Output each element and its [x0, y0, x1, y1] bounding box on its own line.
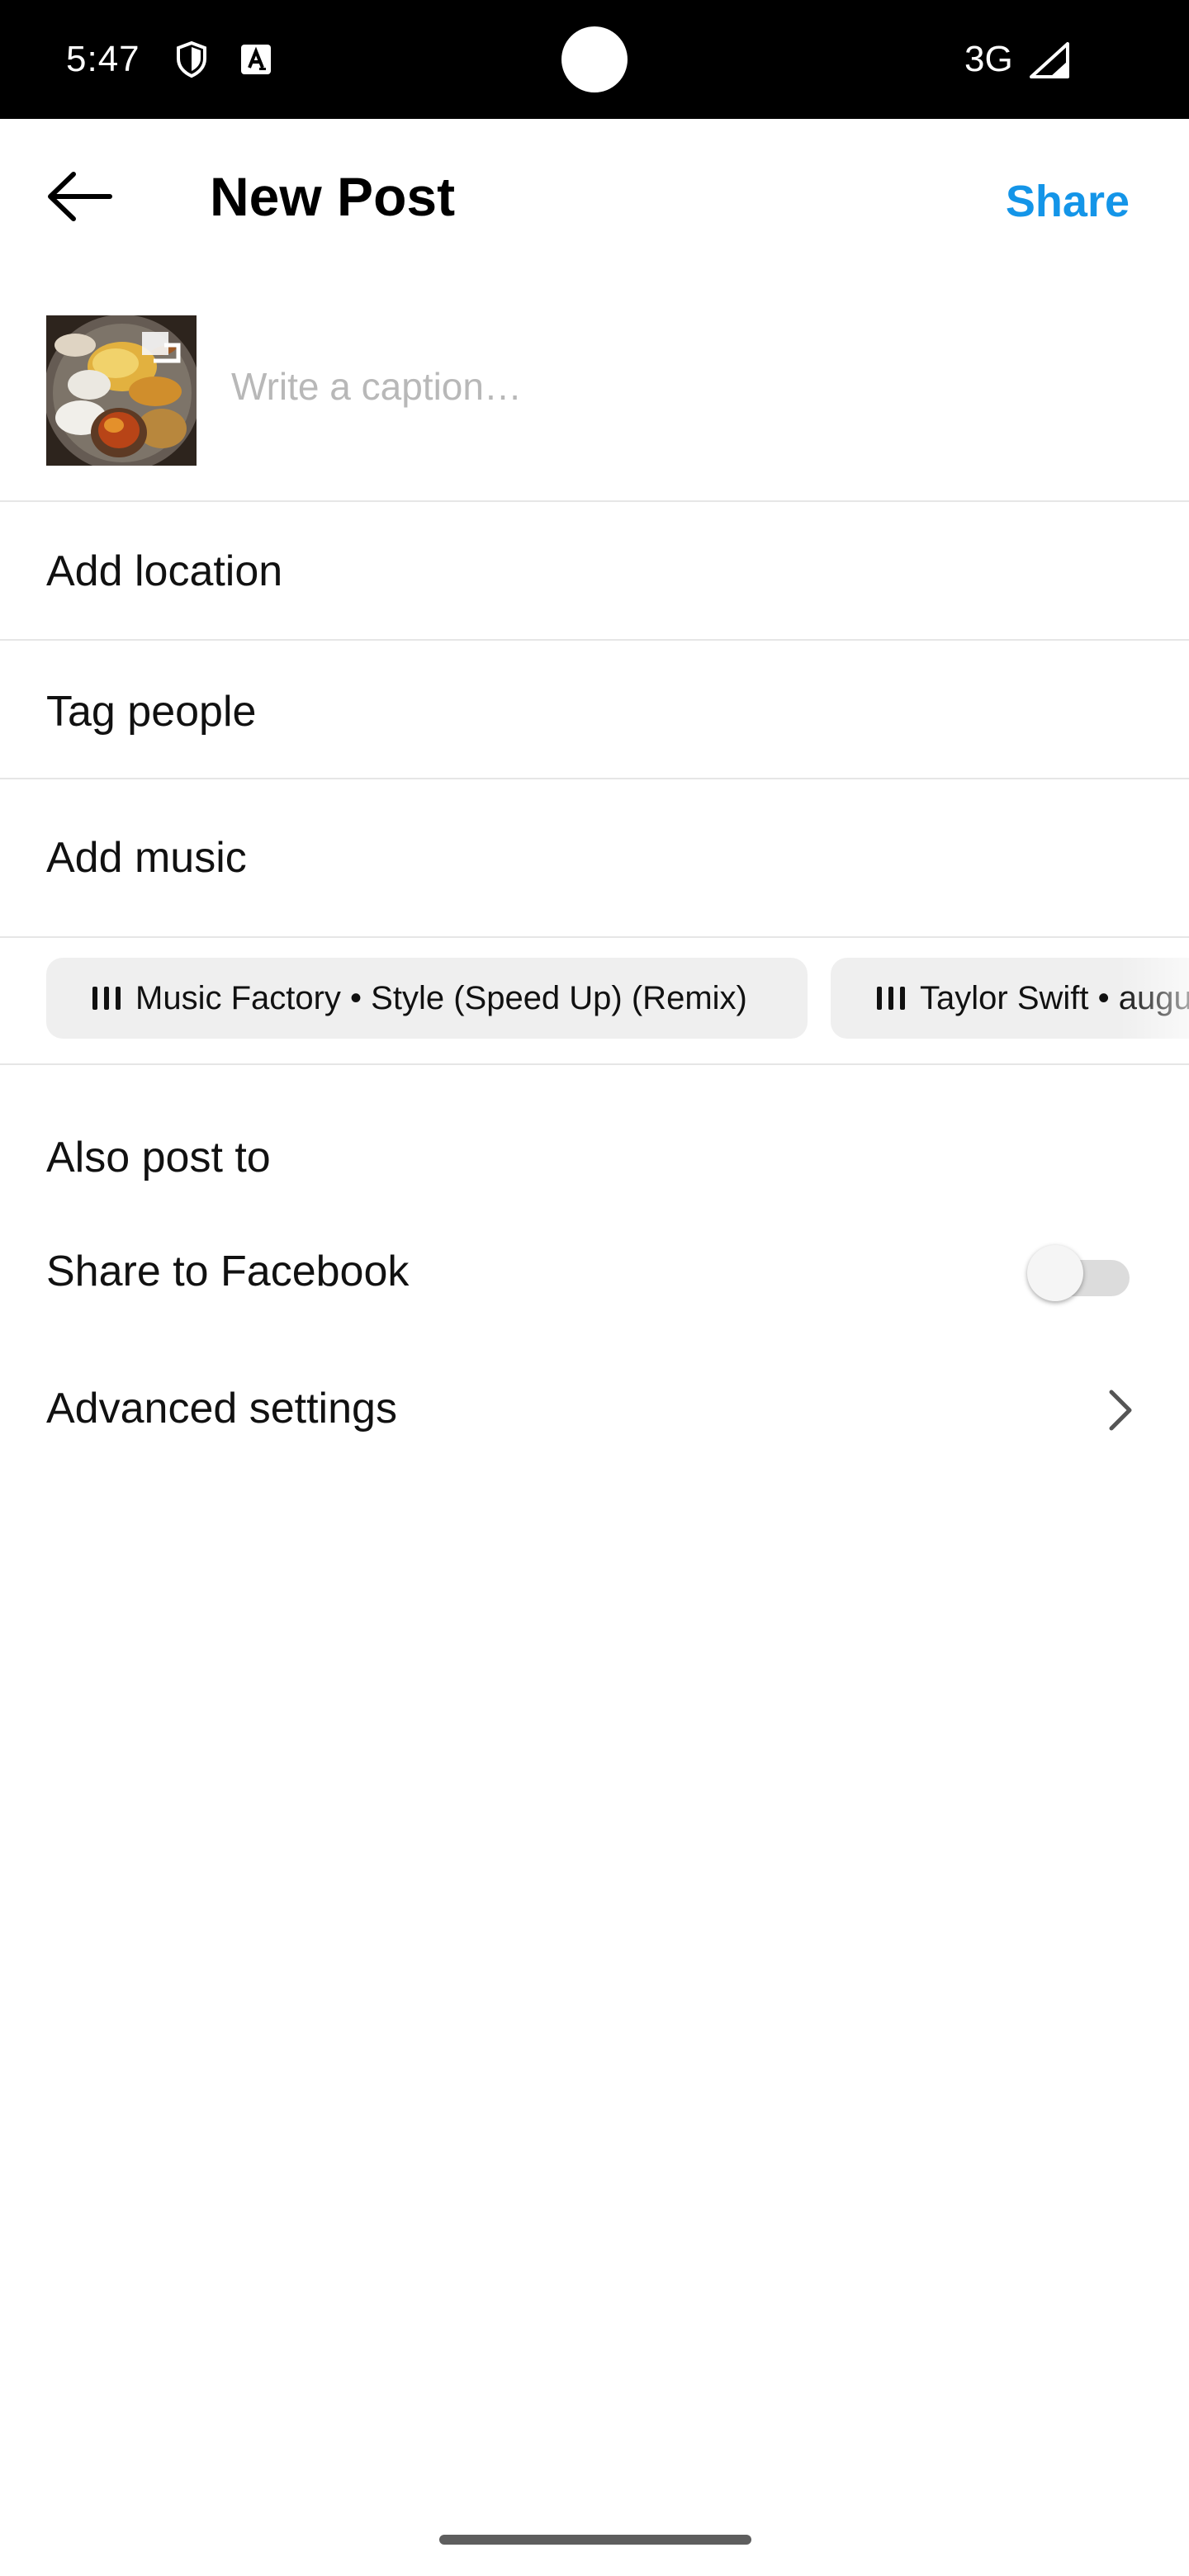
music-chip[interactable]: Taylor Swift • august — [831, 958, 1189, 1039]
signal-icon — [1030, 42, 1069, 78]
post-thumbnail — [46, 315, 197, 466]
advanced-settings-label: Advanced settings — [46, 1385, 397, 1432]
tag-people-row[interactable]: Tag people — [0, 641, 1189, 778]
caption-row — [0, 281, 1189, 500]
share-to-facebook-row: Share to Facebook — [0, 1230, 1189, 1313]
network-type: 3G — [964, 39, 1013, 79]
also-post-to-title: Also post to — [46, 1134, 271, 1181]
share-to-facebook-label: Share to Facebook — [46, 1248, 410, 1295]
shield-icon — [177, 40, 206, 78]
add-music-label: Add music — [46, 834, 247, 882]
arrow-left-icon — [48, 172, 112, 221]
tag-people-label: Tag people — [46, 688, 257, 736]
chevron-right-icon — [1109, 1390, 1132, 1431]
a-box-icon — [241, 45, 271, 74]
music-chip-label: Music Factory • Style (Speed Up) (Remix) — [135, 980, 747, 1016]
add-music-row[interactable]: Add music — [0, 779, 1189, 936]
add-location-row[interactable]: Add location — [0, 502, 1189, 639]
camera-cutout — [561, 26, 628, 92]
music-chip[interactable]: Music Factory • Style (Speed Up) (Remix) — [46, 958, 808, 1039]
toggle-knob — [1027, 1245, 1083, 1301]
add-location-label: Add location — [46, 547, 283, 595]
page-title: New Post — [210, 166, 456, 227]
music-suggestions: Music Factory • Style (Speed Up) (Remix)… — [0, 938, 1189, 1063]
share-button[interactable]: Share — [1006, 172, 1130, 231]
divider — [0, 1063, 1189, 1065]
top-app-bar: New Post Share — [0, 119, 1189, 281]
back-button[interactable] — [33, 155, 126, 238]
home-indicator[interactable] — [439, 2535, 751, 2545]
food-photo — [46, 315, 197, 466]
share-to-facebook-toggle[interactable] — [1027, 1245, 1130, 1301]
caption-input[interactable] — [231, 357, 1106, 416]
audio-bars-icon — [92, 987, 121, 1010]
music-chip-label: Taylor Swift • august — [920, 980, 1189, 1016]
status-bar: 5:47 3G — [0, 0, 1189, 119]
status-time: 5:47 — [66, 39, 140, 79]
advanced-settings-row[interactable]: Advanced settings — [0, 1362, 1189, 1455]
audio-bars-icon — [877, 987, 905, 1010]
